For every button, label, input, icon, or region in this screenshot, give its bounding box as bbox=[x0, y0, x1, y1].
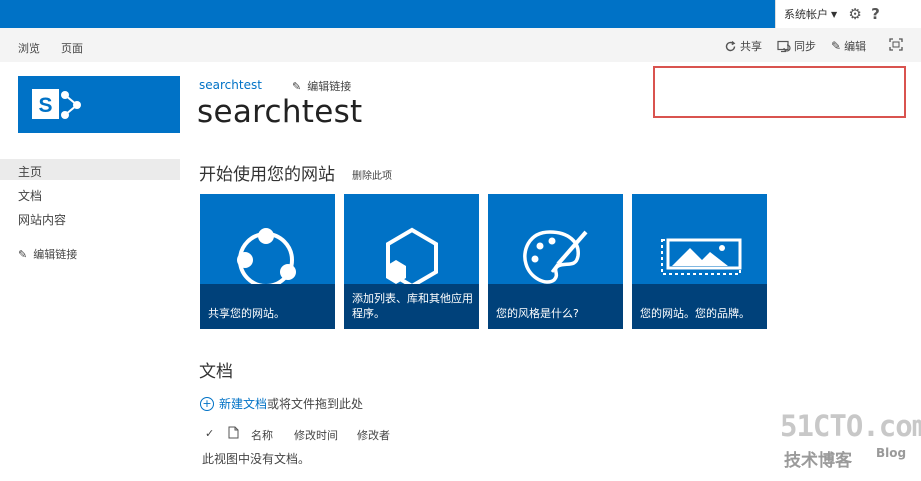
share-icon bbox=[237, 228, 296, 284]
drag-files-hint: 或将文件拖到此处 bbox=[267, 397, 364, 411]
tile-your-brand[interactable]: 您的网站。您的品牌。 bbox=[632, 194, 767, 329]
empty-view-message: 此视图中没有文档。 bbox=[202, 452, 311, 466]
watermark-subtitle: 技术博客 bbox=[784, 451, 852, 471]
chevron-down-icon: ▼ bbox=[831, 9, 838, 19]
help-icon[interactable]: ? bbox=[871, 5, 880, 23]
account-menu[interactable]: 系统帐户 ▼ bbox=[776, 6, 837, 22]
gear-icon[interactable]: ⚙ bbox=[847, 6, 863, 22]
apps-icon bbox=[386, 227, 438, 284]
tab-browse[interactable]: 浏览 bbox=[18, 40, 40, 56]
documents-title: 文档 bbox=[199, 362, 233, 382]
tile-caption: 您的风格是什么? bbox=[496, 307, 579, 320]
breadcrumb-site[interactable]: searchtest bbox=[199, 78, 262, 92]
tile-your-style[interactable]: 您的风格是什么? bbox=[488, 194, 623, 329]
palette-icon bbox=[523, 230, 588, 284]
tile-caption: 您的网站。您的品牌。 bbox=[640, 307, 750, 320]
column-modified-by[interactable]: 修改者 bbox=[357, 427, 390, 443]
svg-text:S: S bbox=[38, 94, 52, 117]
file-type-icon bbox=[228, 426, 239, 439]
edit-button[interactable]: ✎ 编辑 bbox=[831, 38, 866, 54]
pencil-icon: ✎ bbox=[831, 39, 842, 53]
focus-content-button[interactable] bbox=[889, 38, 903, 51]
sync-label: 同步 bbox=[794, 40, 816, 53]
getting-started-title: 开始使用您的网站 bbox=[199, 165, 335, 185]
column-name[interactable]: 名称 bbox=[251, 427, 273, 443]
watermark-logo-text: 51CTO.com bbox=[780, 409, 921, 443]
remove-getting-started-link[interactable]: 删除此项 bbox=[352, 167, 392, 182]
picture-icon bbox=[661, 238, 742, 275]
add-icon[interactable]: + bbox=[200, 396, 214, 411]
tile-add-apps[interactable]: 添加列表、库和其他应用程序。 bbox=[344, 194, 479, 329]
tile-caption: 共享您的网站。 bbox=[208, 307, 285, 320]
share-button[interactable]: 共享 bbox=[724, 38, 762, 54]
pencil-icon: ✎ bbox=[292, 79, 302, 93]
account-label: 系统帐户 bbox=[784, 8, 828, 21]
column-modified[interactable]: 修改时间 bbox=[294, 427, 338, 443]
tile-caption: 添加列表、库和其他应用程序。 bbox=[352, 292, 473, 320]
pencil-icon: ✎ bbox=[18, 247, 28, 261]
share-label: 共享 bbox=[740, 40, 762, 53]
page-title: searchtest bbox=[197, 94, 363, 130]
nav-item-home[interactable]: 主页 bbox=[18, 163, 42, 180]
tab-page[interactable]: 页面 bbox=[61, 40, 83, 56]
select-all-checkmark-icon[interactable]: ✓ bbox=[205, 427, 214, 440]
share-icon bbox=[725, 40, 736, 51]
edit-label: 编辑 bbox=[844, 40, 867, 53]
watermark-blog: Blog bbox=[876, 446, 907, 460]
sharepoint-logo-icon: S bbox=[32, 89, 81, 119]
nav-edit-links[interactable]: ✎ 编辑链接 bbox=[18, 246, 77, 262]
nav-item-site-contents[interactable]: 网站内容 bbox=[18, 211, 66, 228]
suite-bar-user-area: 系统帐户 ▼ ⚙ ? bbox=[775, 0, 921, 28]
sync-button[interactable]: 同步 bbox=[777, 38, 816, 54]
sync-icon bbox=[777, 40, 791, 52]
nav-edit-links-label: 编辑链接 bbox=[33, 248, 78, 261]
site-logo[interactable]: S bbox=[18, 76, 180, 133]
edit-links-label: 编辑链接 bbox=[307, 80, 352, 93]
new-document-row: + 新建文档 或将文件拖到此处 bbox=[200, 395, 363, 412]
highlight-box bbox=[653, 66, 906, 118]
fullscreen-icon bbox=[889, 38, 903, 51]
new-document-link[interactable]: 新建文档 bbox=[219, 395, 267, 412]
edit-links-top[interactable]: ✎ 编辑链接 bbox=[292, 78, 351, 94]
nav-item-documents[interactable]: 文档 bbox=[18, 187, 42, 204]
tile-share-site[interactable]: 共享您的网站。 bbox=[200, 194, 335, 329]
